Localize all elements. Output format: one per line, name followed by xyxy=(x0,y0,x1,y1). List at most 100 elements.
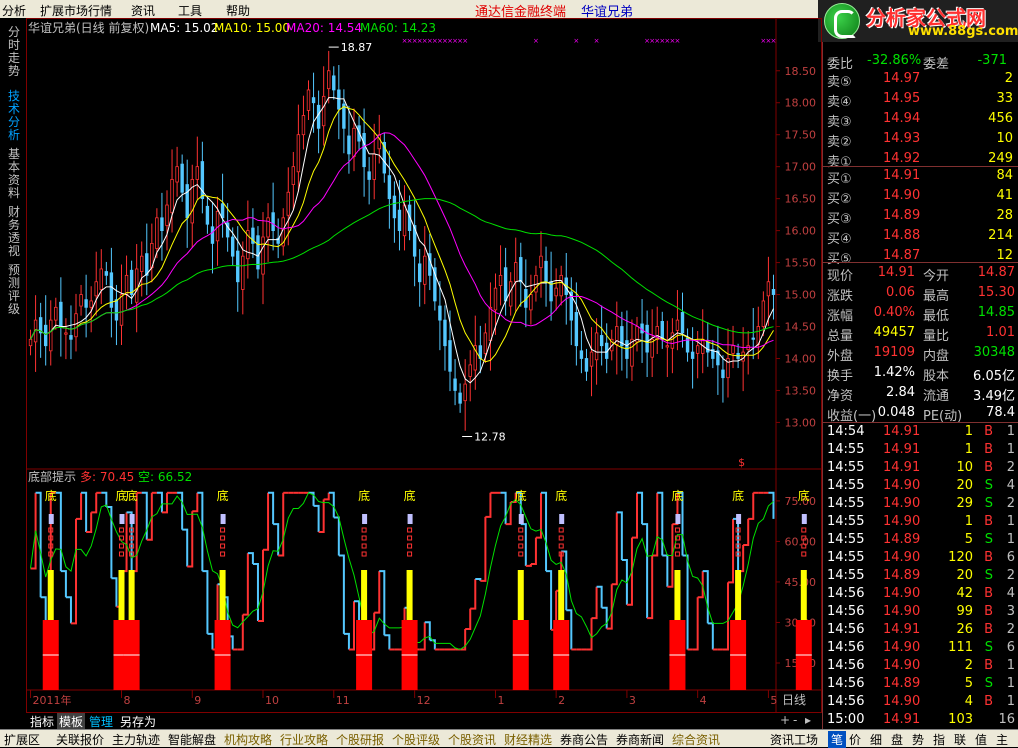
bottom-tab-13[interactable]: 资讯工场 xyxy=(770,731,818,748)
quote-tab-5[interactable]: 指 xyxy=(933,731,945,748)
quote-tab-2[interactable]: 细 xyxy=(870,731,882,748)
oscillator-step xyxy=(500,491,507,525)
tick-side: B xyxy=(984,658,993,673)
bottom-tab-9[interactable]: 财经精选 xyxy=(504,731,552,748)
ma5-label: MA5: 15.02 xyxy=(150,21,218,35)
candle-body xyxy=(134,268,139,303)
candle-body xyxy=(200,161,205,200)
bottom-tab-3[interactable]: 智能解盘 xyxy=(168,731,216,748)
ma10-label: MA10: 15.00 xyxy=(214,21,290,35)
toolbar-indicator-button[interactable]: 指标 xyxy=(30,713,54,730)
indicator-duo-label: 多: 70.45 xyxy=(80,470,134,484)
bottom-tab-11[interactable]: 券商新闻 xyxy=(616,731,664,748)
quote-tab-8[interactable]: 主 xyxy=(996,731,1008,748)
candle-body xyxy=(332,75,336,91)
candle-body xyxy=(301,115,306,136)
buy-row: 买③ 14.89 28 xyxy=(823,207,1018,227)
toolbar-save-as-button[interactable]: 另存为 xyxy=(120,713,156,730)
candle-body xyxy=(170,179,174,214)
zoom-in-button[interactable]: + xyxy=(780,713,790,727)
x-tick-label: 4 xyxy=(700,694,707,707)
stat-value: 0.048 xyxy=(877,405,915,420)
zoom-out-button[interactable]: - xyxy=(793,713,797,727)
bottom-tab-5[interactable]: 行业攻略 xyxy=(280,731,328,748)
bottom-signal-dot xyxy=(220,543,226,549)
bottom-tab-0[interactable]: 扩展区 xyxy=(4,731,40,748)
oscillator-step xyxy=(530,537,537,566)
bottom-tab-10[interactable]: 券商公告 xyxy=(560,731,608,748)
left-tab-3[interactable]: 财务透视 xyxy=(8,206,22,258)
bottom-tab-7[interactable]: 个股评级 xyxy=(392,731,440,748)
y-tick-label: 14.50 xyxy=(785,321,817,334)
tick-row: 15:00 14.91 103 16 xyxy=(823,711,1018,729)
oscillator-step xyxy=(91,492,98,514)
candle-body xyxy=(402,204,407,237)
left-tab-4[interactable]: 预测评级 xyxy=(8,264,22,316)
menu-item-analysis[interactable]: 分析 xyxy=(2,2,26,19)
bottom-signal-label: 底 xyxy=(515,488,527,503)
y-tick-label: 60.00 xyxy=(785,535,817,548)
stat-label: 内盘 xyxy=(923,349,950,364)
tick-side: S xyxy=(984,640,993,655)
candle-body xyxy=(544,260,548,283)
tick-count: 4 xyxy=(1006,586,1015,601)
menu-item-tools[interactable]: 工具 xyxy=(178,2,202,19)
tick-time: 14:55 xyxy=(827,442,865,457)
candle-body xyxy=(220,203,225,219)
candle-body xyxy=(392,195,397,219)
tick-count: 1 xyxy=(1006,514,1015,529)
menu-item-news[interactable]: 资讯 xyxy=(131,2,155,19)
tick-time: 14:56 xyxy=(827,604,865,619)
tick-time: 15:00 xyxy=(827,712,865,727)
quote-tab-3[interactable]: 盘 xyxy=(891,731,903,748)
tick-price: 14.90 xyxy=(883,514,921,529)
stat-row: 涨跌 0.06 最高 15.30 xyxy=(823,284,1018,304)
quote-tab-7[interactable]: 值 xyxy=(975,731,987,748)
bottom-tab-1[interactable]: 关联报价 xyxy=(56,731,104,748)
chart-canvas[interactable]: 13.00 13.50 14.00 14.50 15.00 15.50 16.00 16.50… xyxy=(26,18,838,713)
bottom-tab-8[interactable]: 个股资讯 xyxy=(448,731,496,748)
bottom-signal-dot xyxy=(119,551,124,557)
stat-label: 外盘 xyxy=(827,349,854,364)
bottom-signal-bar xyxy=(517,570,524,620)
bottom-signal-label: 底 xyxy=(126,488,138,503)
bottom-tab-4[interactable]: 机构攻略 xyxy=(224,731,272,748)
chart-title: 华谊兄弟(日线 前复权) xyxy=(28,20,149,35)
candle-body xyxy=(584,358,589,372)
high-price-label: 18.87 xyxy=(341,41,373,54)
stat-label: 涨幅 xyxy=(827,309,854,324)
y-tick-label: 13.00 xyxy=(785,416,817,429)
left-tab-1[interactable]: 技术分析 xyxy=(8,90,22,142)
candle-body xyxy=(594,332,599,361)
y-tick-label: 17.00 xyxy=(785,161,817,174)
diff-value: -371 xyxy=(977,53,1007,68)
stat-label: 涨跌 xyxy=(827,289,854,304)
toolbar-manage-button[interactable]: 管理 xyxy=(89,713,113,730)
tick-side: S xyxy=(984,568,993,583)
tick-side: B xyxy=(984,586,993,601)
quote-tab-0[interactable]: 笔 xyxy=(828,731,847,748)
stat-label: 最低 xyxy=(923,309,950,324)
scroll-right-button[interactable]: ▸ xyxy=(805,713,811,727)
quote-tab-4[interactable]: 势 xyxy=(912,731,924,748)
candle-body xyxy=(74,313,78,338)
tick-row: 14:56 14.90 42 B 4 xyxy=(823,585,1018,603)
tick-volume: 20 xyxy=(956,478,973,493)
tick-count: 2 xyxy=(1006,460,1015,475)
bottom-tab-12[interactable]: 综合资讯 xyxy=(672,731,720,748)
bottom-tab-2[interactable]: 主力轨迹 xyxy=(112,731,160,748)
chart-area[interactable]: 13.00 13.50 14.00 14.50 15.00 15.50 16.00 16.50… xyxy=(26,18,838,713)
menu-item-help[interactable]: 帮助 xyxy=(226,2,250,19)
left-tab-0[interactable]: 分时走势 xyxy=(8,26,22,78)
quote-tab-6[interactable]: 联 xyxy=(954,731,966,748)
candle-body xyxy=(665,345,670,348)
tick-volume: 10 xyxy=(956,460,973,475)
bottom-tab-6[interactable]: 个股研报 xyxy=(336,731,384,748)
bottom-signal-top-marker xyxy=(675,514,681,524)
toolbar-template-button[interactable]: 模板 xyxy=(57,713,86,730)
bottom-signal-bar xyxy=(128,570,135,620)
quote-tab-1[interactable]: 价 xyxy=(849,731,861,748)
left-tab-2[interactable]: 基本资料 xyxy=(8,148,22,200)
menu-item-ext-market[interactable]: 扩展市场行情 xyxy=(40,2,112,19)
sell-volume: 33 xyxy=(996,91,1013,106)
